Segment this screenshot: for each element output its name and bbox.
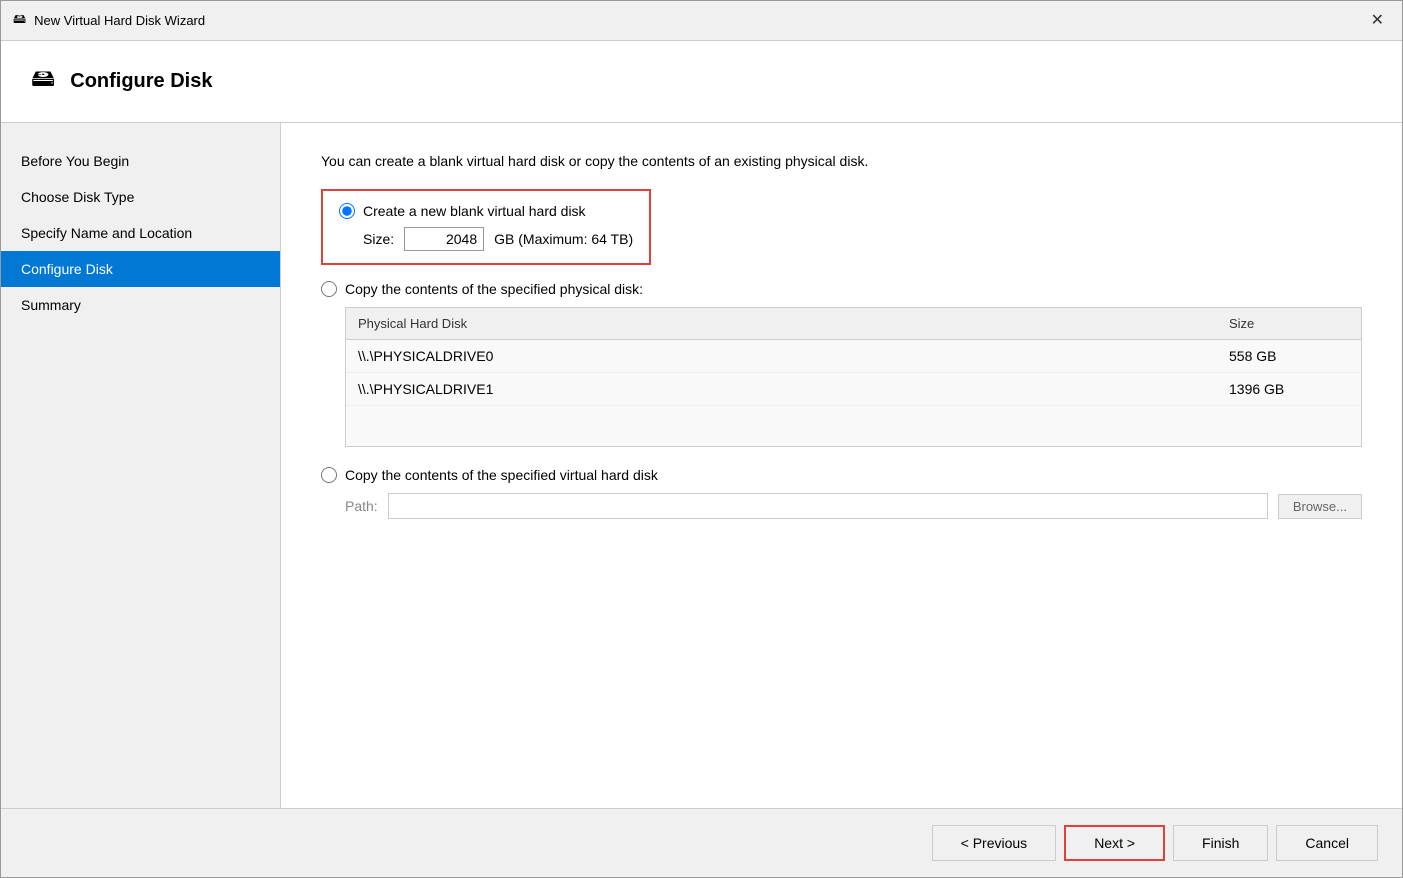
option2-radio[interactable]	[321, 281, 337, 297]
option2-group: Copy the contents of the specified physi…	[321, 281, 1362, 447]
title-bar-left: 🖴 New Virtual Hard Disk Wizard	[13, 10, 205, 32]
table-row[interactable]: \\.\PHYSICALDRIVE0 558 GB	[346, 340, 1361, 373]
option3-radio[interactable]	[321, 467, 337, 483]
sidebar-label-specify-name-location: Specify Name and Location	[21, 225, 192, 241]
drive1-size: 1396 GB	[1229, 381, 1349, 397]
table-row-empty	[346, 406, 1361, 446]
cancel-button[interactable]: Cancel	[1276, 825, 1378, 861]
sidebar-label-choose-disk-type: Choose Disk Type	[21, 189, 134, 205]
drive1-name: \\.\PHYSICALDRIVE1	[358, 381, 1229, 397]
title-bar-icon: 🖴	[13, 10, 26, 32]
main-content: You can create a blank virtual hard disk…	[281, 123, 1402, 808]
path-label: Path:	[345, 498, 378, 514]
sidebar-label-summary: Summary	[21, 297, 81, 313]
browse-button[interactable]: Browse...	[1278, 494, 1362, 519]
header-disk-icon: 🖴	[31, 61, 55, 102]
option1-label[interactable]: Create a new blank virtual hard disk	[363, 203, 586, 219]
drive0-name: \\.\PHYSICALDRIVE0	[358, 348, 1229, 364]
title-bar: 🖴 New Virtual Hard Disk Wizard ✕	[1, 1, 1402, 41]
table-row[interactable]: \\.\PHYSICALDRIVE1 1396 GB	[346, 373, 1361, 406]
wizard-window: 🖴 New Virtual Hard Disk Wizard ✕ 🖴 Confi…	[0, 0, 1403, 878]
option2-label[interactable]: Copy the contents of the specified physi…	[345, 281, 643, 297]
option3-row: Copy the contents of the specified virtu…	[321, 467, 1362, 483]
col-header-size: Size	[1229, 316, 1349, 331]
path-input[interactable]	[388, 493, 1268, 519]
sidebar-label-before-you-begin: Before You Begin	[21, 153, 129, 169]
sidebar-label-configure-disk: Configure Disk	[21, 261, 113, 277]
size-unit: GB (Maximum: 64 TB)	[494, 231, 633, 247]
size-row: Size: GB (Maximum: 64 TB)	[363, 227, 633, 251]
physical-disk-table: Physical Hard Disk Size \\.\PHYSICALDRIV…	[345, 307, 1362, 447]
sidebar-item-summary[interactable]: Summary	[1, 287, 280, 323]
content-area: Before You Begin Choose Disk Type Specif…	[1, 123, 1402, 808]
sidebar: Before You Begin Choose Disk Type Specif…	[1, 123, 281, 808]
window-title: New Virtual Hard Disk Wizard	[34, 13, 205, 28]
sidebar-item-before-you-begin[interactable]: Before You Begin	[1, 143, 280, 179]
col-header-name: Physical Hard Disk	[358, 316, 1229, 331]
previous-button[interactable]: < Previous	[932, 825, 1057, 861]
next-button[interactable]: Next >	[1064, 825, 1165, 861]
header-section: 🖴 Configure Disk	[1, 41, 1402, 123]
option3-group: Copy the contents of the specified virtu…	[321, 467, 1362, 519]
header-icon-wrapper: 🖴	[31, 61, 55, 102]
footer: < Previous Next > Finish Cancel	[1, 808, 1402, 877]
size-label: Size:	[363, 231, 394, 247]
size-input[interactable]	[404, 227, 484, 251]
drive0-size: 558 GB	[1229, 348, 1349, 364]
option2-row: Copy the contents of the specified physi…	[321, 281, 1362, 297]
finish-button[interactable]: Finish	[1173, 825, 1268, 861]
page-title: Configure Disk	[70, 70, 212, 93]
sidebar-item-choose-disk-type[interactable]: Choose Disk Type	[1, 179, 280, 215]
option1-row: Create a new blank virtual hard disk	[339, 203, 633, 219]
close-button[interactable]: ✕	[1365, 11, 1390, 31]
option3-label[interactable]: Copy the contents of the specified virtu…	[345, 467, 658, 483]
path-row: Path: Browse...	[345, 493, 1362, 519]
option1-radio[interactable]	[339, 203, 355, 219]
sidebar-item-configure-disk[interactable]: Configure Disk	[1, 251, 280, 287]
description-text: You can create a blank virtual hard disk…	[321, 153, 1362, 169]
sidebar-item-specify-name-location[interactable]: Specify Name and Location	[1, 215, 280, 251]
disk-table-header: Physical Hard Disk Size	[346, 308, 1361, 340]
option1-highlighted-group: Create a new blank virtual hard disk Siz…	[321, 189, 651, 265]
